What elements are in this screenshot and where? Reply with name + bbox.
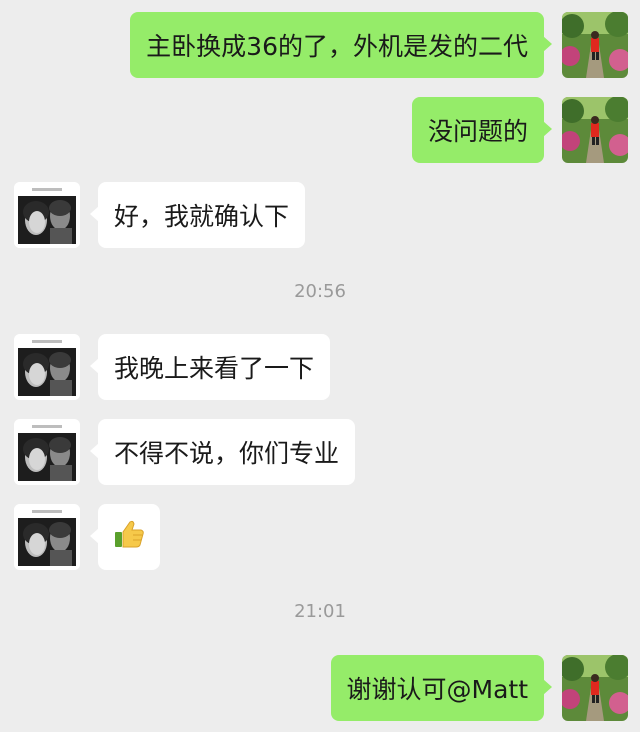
avatar[interactable]	[562, 655, 628, 721]
message-text: 我晚上来看了一下	[114, 354, 315, 383]
message-bubble[interactable]: 主卧换成36的了，外机是发的二代	[130, 12, 552, 78]
thumbs-up-icon	[112, 517, 146, 557]
message-text: 好，我就确认下	[114, 202, 290, 231]
message-bubble[interactable]	[90, 504, 160, 570]
avatar[interactable]	[14, 419, 80, 485]
avatar[interactable]	[14, 334, 80, 400]
message-bubble[interactable]: 谢谢认可@Matt	[330, 655, 552, 721]
message-bubble[interactable]: 我晚上来看了一下	[89, 334, 331, 400]
message-text: 没问题的	[427, 117, 528, 146]
timestamp: 21:01	[294, 601, 346, 622]
message-text: 不得不说，你们专业	[114, 439, 340, 468]
avatar[interactable]	[562, 12, 628, 78]
avatar[interactable]	[14, 182, 80, 248]
message-bubble[interactable]: 不得不说，你们专业	[89, 419, 356, 485]
avatar[interactable]	[14, 504, 80, 570]
message-bubble[interactable]: 好，我就确认下	[89, 182, 306, 248]
avatar[interactable]	[562, 97, 628, 163]
message-bubble[interactable]: 没问题的	[411, 97, 553, 163]
timestamp: 20:56	[294, 281, 346, 302]
message-text: 谢谢认可@Matt	[346, 675, 529, 704]
message-text: 主卧换成36的了，外机是发的二代	[146, 32, 528, 61]
